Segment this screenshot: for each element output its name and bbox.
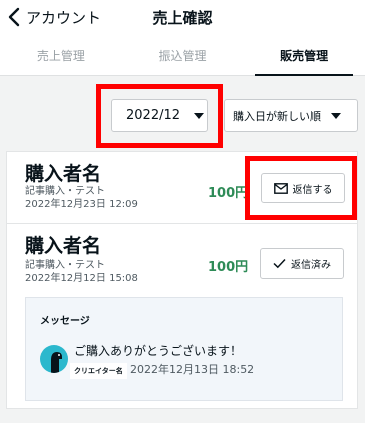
caret-down-icon: [194, 112, 205, 119]
message-box: メッセージ ご購入ありがとうございます！ クリエイター名 2022年12月13日…: [25, 297, 343, 401]
creator-avatar-icon: [51, 352, 62, 373]
order-date: 2022年12月12日 15:08: [25, 273, 138, 284]
order-date: 2022年12月23日 12:09: [25, 199, 138, 210]
replied-button-label: 返信済み: [291, 260, 331, 271]
check-icon: [273, 258, 286, 269]
mail-icon: [273, 182, 288, 194]
avatar: [40, 345, 68, 373]
caret-down-icon: [331, 112, 341, 119]
order-price: 100円: [208, 260, 249, 275]
tab-sales-management[interactable]: 売上管理: [0, 36, 122, 75]
reply-button-label: 返信する: [292, 184, 333, 196]
sort-select[interactable]: 購入日が新しい順: [224, 99, 358, 132]
month-select-value: 2022/12: [126, 108, 181, 123]
order-card: 購入者名 記事購入・テスト 2022年12月12日 15:08 100円 返信済…: [6, 224, 358, 409]
tab-sales-admin[interactable]: 販売管理: [243, 36, 365, 76]
replied-button[interactable]: 返信済み: [260, 248, 344, 279]
buyer-name: 購入者名: [25, 235, 102, 257]
filter-bar: 2022/12 購入日が新しい順: [0, 84, 365, 148]
app-header: アカウント 売上確認: [0, 0, 365, 36]
message-date: 2022年12月13日 18:52: [130, 363, 255, 376]
creator-name: クリエイター名: [70, 363, 127, 379]
reply-button[interactable]: 返信する: [261, 173, 345, 203]
message-text: ご購入ありがとうございます！: [74, 344, 243, 358]
sort-select-value: 購入日が新しい順: [233, 109, 321, 123]
message-heading: メッセージ: [40, 316, 90, 327]
order-item: 記事購入・テスト: [25, 186, 105, 197]
page-title: 売上確認: [152, 9, 213, 27]
order-price: 100円: [208, 186, 249, 201]
order-card: 購入者名 記事購入・テスト 2022年12月23日 12:09 100円 返信す…: [6, 151, 358, 224]
buyer-name: 購入者名: [25, 163, 102, 185]
order-item: 記事購入・テスト: [25, 260, 105, 271]
month-select[interactable]: 2022/12: [111, 99, 208, 132]
tab-transfer-management[interactable]: 振込管理: [122, 36, 244, 75]
tab-bar: 売上管理 振込管理 販売管理: [0, 36, 365, 76]
